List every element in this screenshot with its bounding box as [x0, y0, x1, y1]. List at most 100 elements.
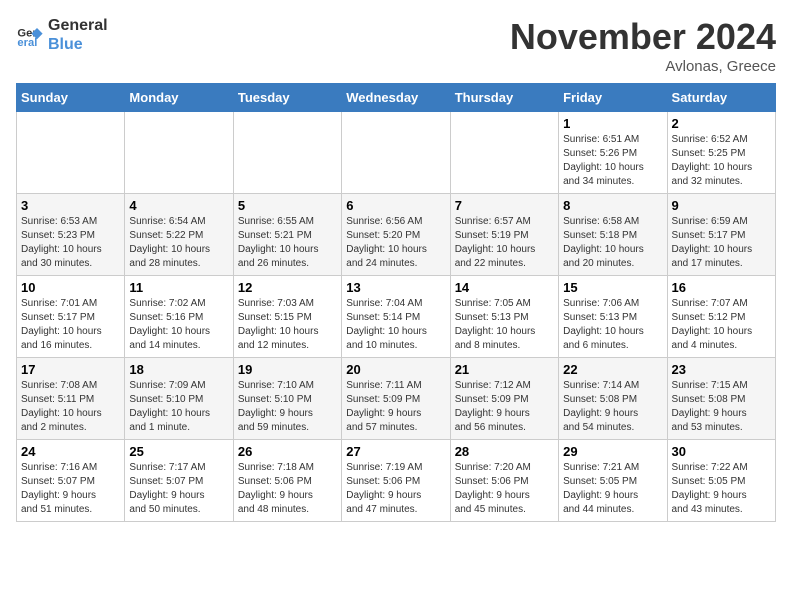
- day-cell: 18 Sunrise: 7:09 AM Sunset: 5:10 PM Dayli…: [125, 358, 233, 440]
- day-info: Sunrise: 6:53 AM Sunset: 5:23 PM Dayligh…: [21, 215, 120, 271]
- day-cell: 30Sunrise: 7:22 AM Sunset: 5:05 PM Dayli…: [667, 440, 775, 522]
- logo-text-general: General: [48, 16, 108, 35]
- day-info: Sunrise: 6:52 AM Sunset: 5:25 PM Dayligh…: [672, 133, 771, 189]
- svg-text:eral: eral: [17, 37, 37, 49]
- day-info: Sunrise: 7:03 AM Sunset: 5:15 PM Dayligh…: [238, 297, 337, 353]
- day-cell: 7 Sunrise: 6:57 AM Sunset: 5:19 PM Daylig…: [450, 194, 558, 276]
- location-subtitle: Avlonas, Greece: [510, 58, 776, 75]
- day-number: 25: [129, 444, 228, 459]
- column-header-saturday: Saturday: [667, 84, 775, 112]
- header: Gen eral General Blue November 2024 Avlo…: [16, 16, 776, 75]
- day-number: 17: [21, 362, 120, 377]
- week-row-4: 17Sunrise: 7:08 AM Sunset: 5:11 PM Dayli…: [17, 358, 776, 440]
- day-info: Sunrise: 7:14 AM Sunset: 5:08 PM Dayligh…: [563, 379, 662, 435]
- day-info: Sunrise: 7:04 AM Sunset: 5:14 PM Dayligh…: [346, 297, 445, 353]
- column-header-monday: Monday: [125, 84, 233, 112]
- day-cell: 12 Sunrise: 7:03 AM Sunset: 5:15 PM Dayli…: [233, 276, 341, 358]
- day-info: Sunrise: 7:20 AM Sunset: 5:06 PM Dayligh…: [455, 461, 554, 517]
- day-info: Sunrise: 7:05 AM Sunset: 5:13 PM Dayligh…: [455, 297, 554, 353]
- day-cell: 17Sunrise: 7:08 AM Sunset: 5:11 PM Dayli…: [17, 358, 125, 440]
- day-info: Sunrise: 7:16 AM Sunset: 5:07 PM Dayligh…: [21, 461, 120, 517]
- logo-text-blue: Blue: [48, 35, 108, 54]
- month-title: November 2024: [510, 16, 776, 58]
- day-cell: 11 Sunrise: 7:02 AM Sunset: 5:16 PM Dayli…: [125, 276, 233, 358]
- week-row-1: 1 Sunrise: 6:51 AM Sunset: 5:26 PM Daylig…: [17, 112, 776, 194]
- day-cell: 3 Sunrise: 6:53 AM Sunset: 5:23 PM Daylig…: [17, 194, 125, 276]
- day-cell: 20Sunrise: 7:11 AM Sunset: 5:09 PM Dayli…: [342, 358, 450, 440]
- day-number: 11: [129, 280, 228, 295]
- day-info: Sunrise: 6:51 AM Sunset: 5:26 PM Dayligh…: [563, 133, 662, 189]
- day-info: Sunrise: 7:21 AM Sunset: 5:05 PM Dayligh…: [563, 461, 662, 517]
- day-cell: 23 Sunrise: 7:15 AM Sunset: 5:08 PM Dayli…: [667, 358, 775, 440]
- day-number: 4: [129, 198, 228, 213]
- logo: Gen eral General Blue: [16, 16, 108, 54]
- column-header-friday: Friday: [559, 84, 667, 112]
- title-area: November 2024 Avlonas, Greece: [510, 16, 776, 75]
- day-number: 21: [455, 362, 554, 377]
- day-info: Sunrise: 7:07 AM Sunset: 5:12 PM Dayligh…: [672, 297, 771, 353]
- column-header-sunday: Sunday: [17, 84, 125, 112]
- day-cell: 6 Sunrise: 6:56 AM Sunset: 5:20 PM Daylig…: [342, 194, 450, 276]
- day-number: 2: [672, 116, 771, 131]
- day-cell: 28 Sunrise: 7:20 AM Sunset: 5:06 PM Dayli…: [450, 440, 558, 522]
- day-cell: 27Sunrise: 7:19 AM Sunset: 5:06 PM Dayli…: [342, 440, 450, 522]
- day-cell: 10Sunrise: 7:01 AM Sunset: 5:17 PM Dayli…: [17, 276, 125, 358]
- calendar-header-row: SundayMondayTuesdayWednesdayThursdayFrid…: [17, 84, 776, 112]
- column-header-thursday: Thursday: [450, 84, 558, 112]
- day-cell: [233, 112, 341, 194]
- day-cell: 8 Sunrise: 6:58 AM Sunset: 5:18 PM Daylig…: [559, 194, 667, 276]
- day-info: Sunrise: 7:11 AM Sunset: 5:09 PM Dayligh…: [346, 379, 445, 435]
- day-number: 18: [129, 362, 228, 377]
- day-info: Sunrise: 7:18 AM Sunset: 5:06 PM Dayligh…: [238, 461, 337, 517]
- day-cell: 13Sunrise: 7:04 AM Sunset: 5:14 PM Dayli…: [342, 276, 450, 358]
- day-cell: 9 Sunrise: 6:59 AM Sunset: 5:17 PM Daylig…: [667, 194, 775, 276]
- day-info: Sunrise: 7:17 AM Sunset: 5:07 PM Dayligh…: [129, 461, 228, 517]
- day-info: Sunrise: 6:57 AM Sunset: 5:19 PM Dayligh…: [455, 215, 554, 271]
- day-cell: 2 Sunrise: 6:52 AM Sunset: 5:25 PM Daylig…: [667, 112, 775, 194]
- column-header-wednesday: Wednesday: [342, 84, 450, 112]
- day-number: 19: [238, 362, 337, 377]
- day-cell: 14Sunrise: 7:05 AM Sunset: 5:13 PM Dayli…: [450, 276, 558, 358]
- day-cell: [450, 112, 558, 194]
- day-info: Sunrise: 7:09 AM Sunset: 5:10 PM Dayligh…: [129, 379, 228, 435]
- day-info: Sunrise: 7:15 AM Sunset: 5:08 PM Dayligh…: [672, 379, 771, 435]
- day-number: 12: [238, 280, 337, 295]
- day-number: 8: [563, 198, 662, 213]
- day-cell: 29 Sunrise: 7:21 AM Sunset: 5:05 PM Dayli…: [559, 440, 667, 522]
- day-cell: 1 Sunrise: 6:51 AM Sunset: 5:26 PM Daylig…: [559, 112, 667, 194]
- day-info: Sunrise: 6:59 AM Sunset: 5:17 PM Dayligh…: [672, 215, 771, 271]
- day-number: 26: [238, 444, 337, 459]
- day-number: 29: [563, 444, 662, 459]
- day-number: 27: [346, 444, 445, 459]
- day-info: Sunrise: 7:02 AM Sunset: 5:16 PM Dayligh…: [129, 297, 228, 353]
- day-number: 7: [455, 198, 554, 213]
- day-number: 24: [21, 444, 120, 459]
- day-number: 22: [563, 362, 662, 377]
- day-number: 9: [672, 198, 771, 213]
- day-cell: 5Sunrise: 6:55 AM Sunset: 5:21 PM Daylig…: [233, 194, 341, 276]
- column-header-tuesday: Tuesday: [233, 84, 341, 112]
- day-cell: 4 Sunrise: 6:54 AM Sunset: 5:22 PM Daylig…: [125, 194, 233, 276]
- day-cell: 15 Sunrise: 7:06 AM Sunset: 5:13 PM Dayli…: [559, 276, 667, 358]
- day-number: 15: [563, 280, 662, 295]
- calendar-table: SundayMondayTuesdayWednesdayThursdayFrid…: [16, 83, 776, 522]
- day-number: 16: [672, 280, 771, 295]
- day-info: Sunrise: 6:54 AM Sunset: 5:22 PM Dayligh…: [129, 215, 228, 271]
- day-cell: 16 Sunrise: 7:07 AM Sunset: 5:12 PM Dayli…: [667, 276, 775, 358]
- day-info: Sunrise: 7:10 AM Sunset: 5:10 PM Dayligh…: [238, 379, 337, 435]
- day-cell: [125, 112, 233, 194]
- day-info: Sunrise: 7:06 AM Sunset: 5:13 PM Dayligh…: [563, 297, 662, 353]
- day-info: Sunrise: 7:22 AM Sunset: 5:05 PM Dayligh…: [672, 461, 771, 517]
- day-info: Sunrise: 7:12 AM Sunset: 5:09 PM Dayligh…: [455, 379, 554, 435]
- day-number: 1: [563, 116, 662, 131]
- day-number: 28: [455, 444, 554, 459]
- week-row-3: 10Sunrise: 7:01 AM Sunset: 5:17 PM Dayli…: [17, 276, 776, 358]
- day-info: Sunrise: 7:01 AM Sunset: 5:17 PM Dayligh…: [21, 297, 120, 353]
- day-cell: [17, 112, 125, 194]
- day-info: Sunrise: 6:58 AM Sunset: 5:18 PM Dayligh…: [563, 215, 662, 271]
- day-number: 3: [21, 198, 120, 213]
- day-number: 23: [672, 362, 771, 377]
- day-cell: 24 Sunrise: 7:16 AM Sunset: 5:07 PM Dayli…: [17, 440, 125, 522]
- day-info: Sunrise: 6:56 AM Sunset: 5:20 PM Dayligh…: [346, 215, 445, 271]
- day-number: 6: [346, 198, 445, 213]
